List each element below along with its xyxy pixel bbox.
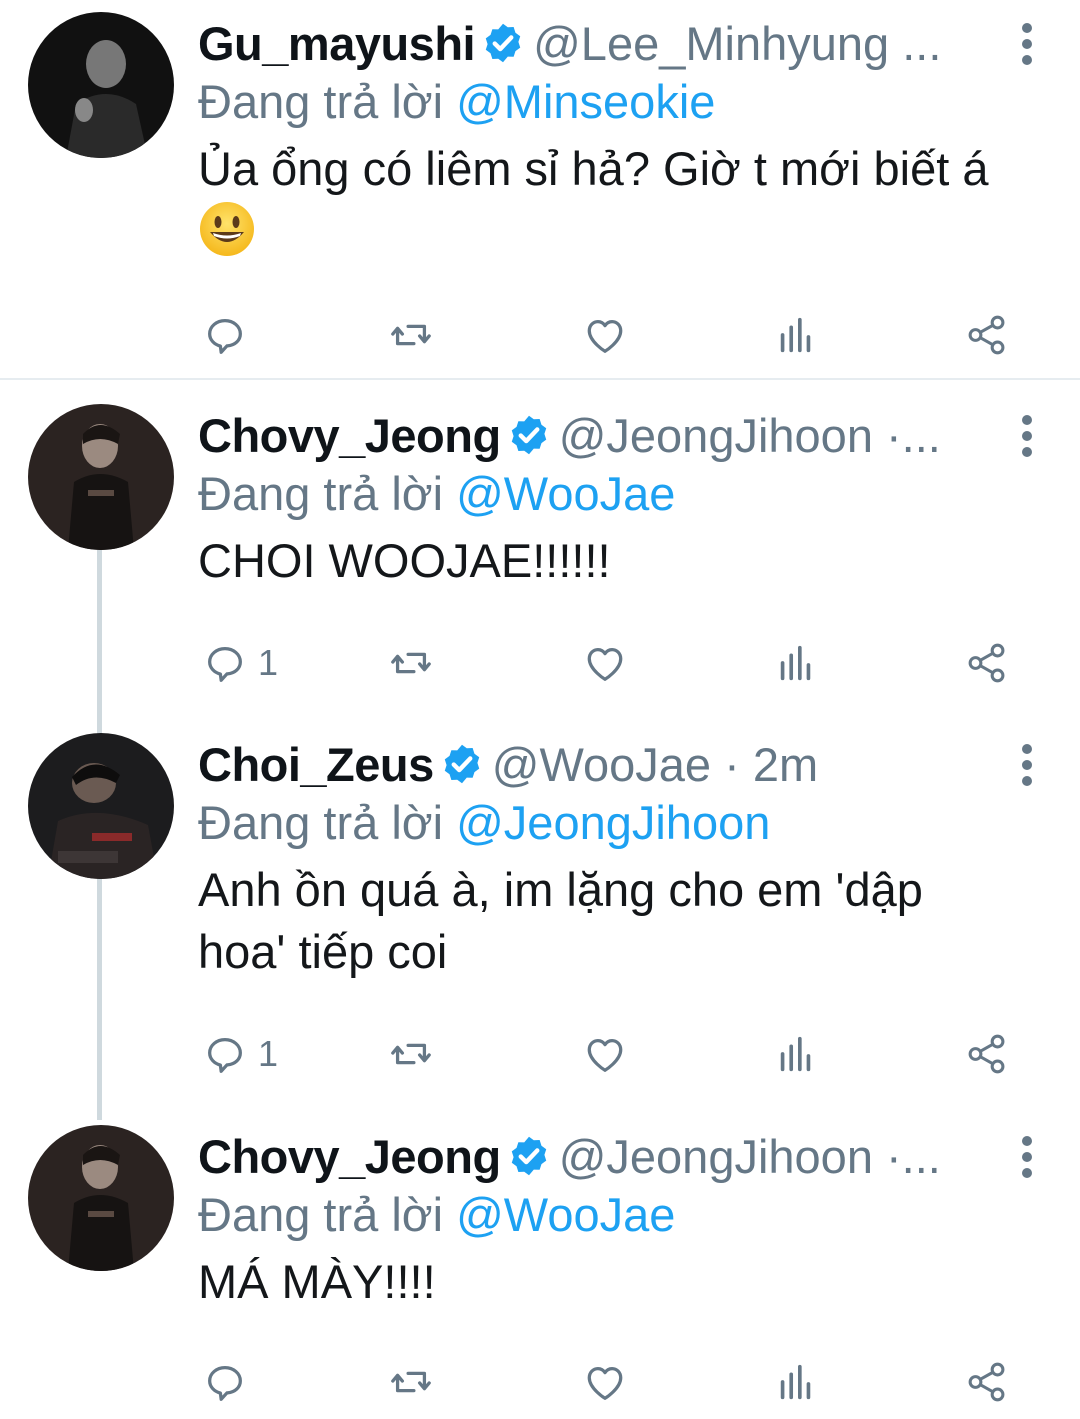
- verified-badge-icon: [507, 413, 551, 457]
- reply-prefix: Đang trả lời: [198, 75, 444, 128]
- action-bar: [198, 1357, 1028, 1407]
- analytics-icon: [780, 1364, 811, 1400]
- like-button[interactable]: [582, 1357, 628, 1407]
- reply-icon: [208, 318, 242, 354]
- share-button[interactable]: [964, 1357, 1010, 1407]
- reply-prefix: Đang trả lời: [198, 796, 444, 849]
- tweet-divider: [0, 378, 1080, 380]
- like-icon: [587, 647, 623, 681]
- more-options-icon[interactable]: [1020, 414, 1034, 458]
- reply-context: Đang trả lời @JeongJihoon: [198, 795, 770, 850]
- action-bar: 1: [198, 638, 1028, 688]
- reply-target-link[interactable]: @Minseokie: [456, 75, 715, 128]
- reply-count: 1: [258, 1033, 279, 1074]
- avatar[interactable]: [28, 404, 174, 550]
- display-name[interactable]: Gu_mayushi: [198, 16, 476, 71]
- avatar[interactable]: [28, 1125, 174, 1271]
- action-bar: 1: [198, 1029, 1028, 1079]
- reply-button[interactable]: [202, 310, 258, 360]
- verified-badge-icon: [481, 21, 525, 65]
- like-icon: [587, 1366, 623, 1400]
- reply-button[interactable]: [202, 1357, 258, 1407]
- tweet-text-content: MÁ MÀY!!!!: [198, 1255, 436, 1308]
- analytics-icon: [780, 645, 811, 681]
- verified-badge-icon: [440, 742, 484, 786]
- action-bar: [198, 310, 1028, 360]
- retweet-icon: [391, 324, 431, 346]
- tweet[interactable]: Choi_Zeus @WooJae · 2m Đang trả lời @Jeo…: [0, 721, 1080, 1109]
- share-icon: [968, 315, 1005, 355]
- retweet-button[interactable]: [388, 1029, 434, 1079]
- more-options-icon[interactable]: [1020, 22, 1034, 66]
- display-name[interactable]: Choi_Zeus: [198, 737, 434, 792]
- analytics-button[interactable]: [773, 1029, 819, 1079]
- reply-context: Đang trả lời @Minseokie: [198, 74, 715, 129]
- share-icon: [968, 1034, 1005, 1074]
- tweet-text-content: CHOI WOOJAE!!!!!!: [198, 534, 611, 587]
- tweet[interactable]: Gu_mayushi @Lee_Minhyung ... Đang trả lờ…: [0, 0, 1080, 378]
- analytics-button[interactable]: [773, 638, 819, 688]
- reply-target-link[interactable]: @WooJae: [456, 1188, 675, 1241]
- avatar[interactable]: [28, 733, 174, 879]
- reply-context: Đang trả lời @WooJae: [198, 1187, 675, 1242]
- reply-prefix: Đang trả lời: [198, 467, 444, 520]
- analytics-icon: [780, 1036, 811, 1072]
- reply-target-link[interactable]: @WooJae: [456, 467, 675, 520]
- reply-button[interactable]: 1: [202, 638, 278, 688]
- like-button[interactable]: [582, 310, 628, 360]
- tweet-text: CHOI WOOJAE!!!!!!: [198, 530, 1028, 592]
- tweet-text: Ủa ổng có liêm sỉ hả? Giờ t mới biết á: [198, 138, 1028, 263]
- reply-icon: [208, 646, 242, 682]
- display-name[interactable]: Chovy_Jeong: [198, 408, 501, 463]
- reply-count: 1: [258, 642, 279, 683]
- tweet-text: MÁ MÀY!!!!: [198, 1251, 1028, 1313]
- tweet-header: Gu_mayushi @Lee_Minhyung ...: [198, 12, 998, 74]
- verified-badge-icon: [507, 1134, 551, 1178]
- tweet-header: Choi_Zeus @WooJae · 2m: [198, 733, 998, 795]
- share-button[interactable]: [964, 1029, 1010, 1079]
- like-button[interactable]: [582, 1029, 628, 1079]
- share-icon: [968, 643, 1005, 683]
- more-options-icon[interactable]: [1020, 743, 1034, 787]
- share-button[interactable]: [964, 310, 1010, 360]
- share-button[interactable]: [964, 638, 1010, 688]
- avatar[interactable]: [28, 12, 174, 158]
- more-options-icon[interactable]: [1020, 1135, 1034, 1179]
- tweet[interactable]: Chovy_Jeong @JeongJihoon ·... Đang trả l…: [0, 1113, 1080, 1419]
- retweet-button[interactable]: [388, 638, 434, 688]
- handle[interactable]: @JeongJihoon ·...: [559, 408, 941, 463]
- retweet-button[interactable]: [388, 310, 434, 360]
- reply-context: Đang trả lời @WooJae: [198, 466, 675, 521]
- reply-icon: [208, 1365, 242, 1401]
- grinning-face-emoji-icon: [198, 200, 256, 258]
- retweet-icon: [391, 1371, 431, 1393]
- retweet-icon: [391, 652, 431, 674]
- tweet-header: Chovy_Jeong @JeongJihoon ·...: [198, 404, 998, 466]
- tweet[interactable]: Chovy_Jeong @JeongJihoon ·... Đang trả l…: [0, 392, 1080, 718]
- share-icon: [968, 1362, 1005, 1402]
- tweet-header: Chovy_Jeong @JeongJihoon ·...: [198, 1125, 998, 1187]
- analytics-button[interactable]: [773, 1357, 819, 1407]
- reply-prefix: Đang trả lời: [198, 1188, 444, 1241]
- reply-button[interactable]: 1: [202, 1029, 278, 1079]
- retweet-button[interactable]: [388, 1357, 434, 1407]
- retweet-icon: [391, 1043, 431, 1065]
- like-button[interactable]: [582, 638, 628, 688]
- tweet-text-content: Ủa ổng có liêm sỉ hả? Giờ t mới biết á: [198, 142, 989, 195]
- reply-icon: [208, 1037, 242, 1073]
- like-icon: [587, 1038, 623, 1072]
- like-icon: [587, 319, 623, 353]
- handle[interactable]: @WooJae · 2m: [492, 737, 818, 792]
- tweet-text-content: Anh ồn quá à, im lặng cho em 'dập hoa' t…: [198, 863, 923, 978]
- analytics-button[interactable]: [773, 310, 819, 360]
- handle[interactable]: @JeongJihoon ·...: [559, 1129, 941, 1184]
- tweet-text: Anh ồn quá à, im lặng cho em 'dập hoa' t…: [198, 859, 998, 983]
- display-name[interactable]: Chovy_Jeong: [198, 1129, 501, 1184]
- reply-target-link[interactable]: @JeongJihoon: [456, 796, 770, 849]
- analytics-icon: [780, 317, 811, 353]
- handle[interactable]: @Lee_Minhyung ...: [533, 16, 941, 71]
